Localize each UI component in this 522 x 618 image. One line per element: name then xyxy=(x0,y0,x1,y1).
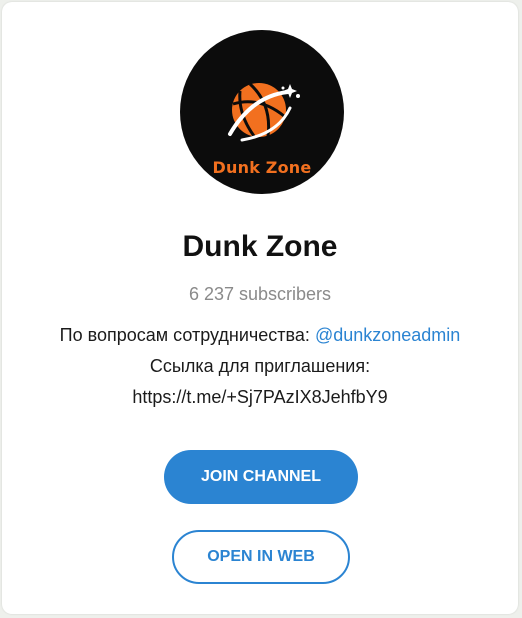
description-line-1: По вопросам сотрудничества: @dunkzoneadm… xyxy=(2,320,518,351)
subscriber-count: 6 237 subscribers xyxy=(188,284,332,304)
channel-card: Dunk Zone Dunk Zone 6 237 subscribers По… xyxy=(2,2,518,614)
channel-title: Dunk Zone xyxy=(182,230,338,263)
channel-avatar: Dunk Zone xyxy=(180,30,344,194)
logo-text: Dunk Zone xyxy=(212,158,312,177)
open-in-web-button[interactable]: OPEN IN WEB xyxy=(172,530,350,584)
invite-label: Ссылка для приглашения: xyxy=(149,356,371,376)
cooperation-label: По вопросам сотрудничества: xyxy=(59,325,315,345)
admin-mention-link[interactable]: @dunkzoneadmin xyxy=(315,325,460,345)
invite-link[interactable]: https://t.me/+Sj7PAzIX8JehfbY9 xyxy=(2,382,518,413)
channel-description: По вопросам сотрудничества: @dunkzoneadm… xyxy=(2,320,518,413)
join-channel-button[interactable]: JOIN CHANNEL xyxy=(164,450,358,504)
